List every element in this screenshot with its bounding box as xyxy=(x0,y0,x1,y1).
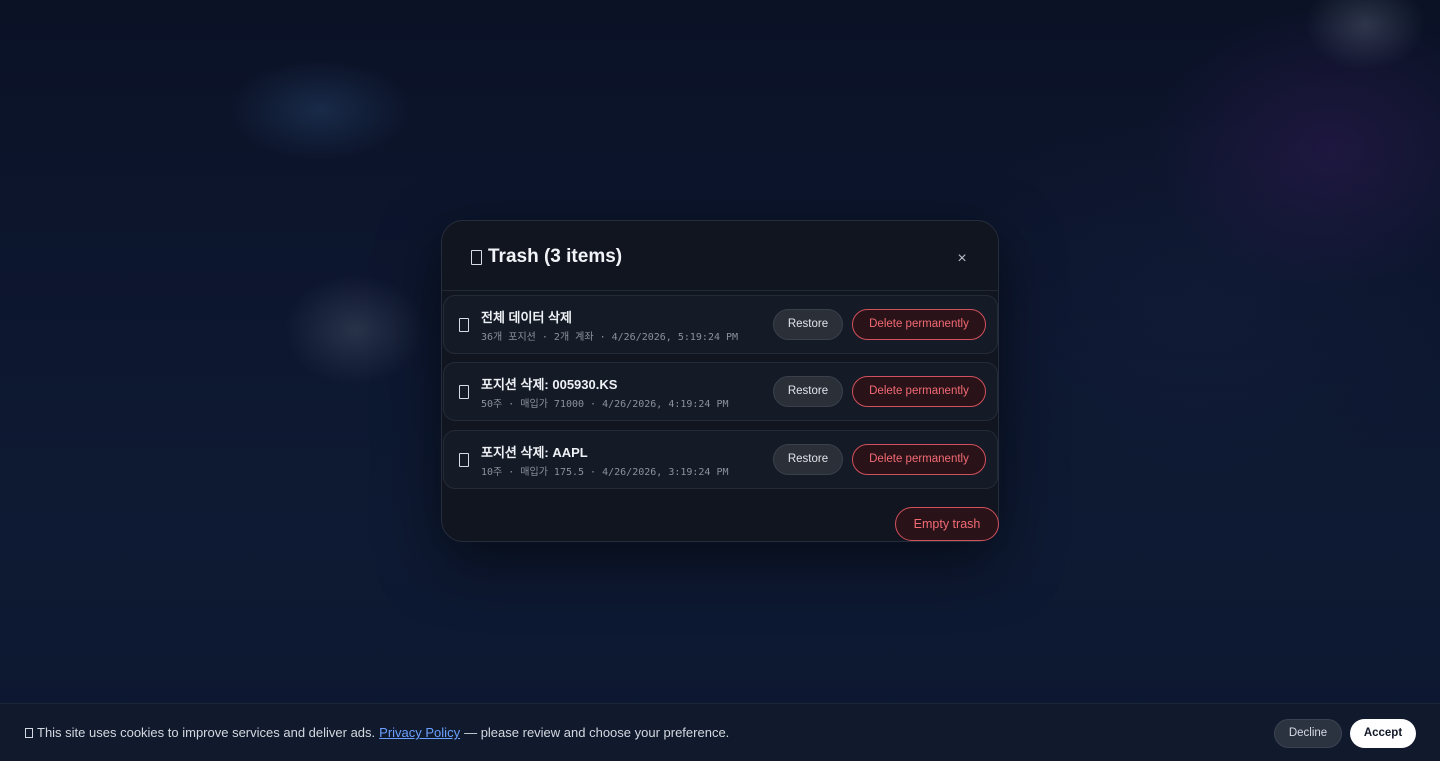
trash-item-title: 포지션 삭제: AAPL xyxy=(481,445,588,460)
privacy-policy-link[interactable]: Privacy Policy xyxy=(379,725,460,740)
modal-title: Trash (3 items) xyxy=(471,246,622,268)
trash-icon xyxy=(471,249,482,265)
delete-permanently-button[interactable]: Delete permanently xyxy=(852,444,986,475)
delete-permanently-button[interactable]: Delete permanently xyxy=(852,376,986,407)
trash-item-title: 포지션 삭제: 005930.KS xyxy=(481,377,618,392)
modal-header: Trash (3 items) × xyxy=(442,221,998,291)
trash-item-title: 전체 데이터 삭제 xyxy=(481,310,572,325)
delete-permanently-button[interactable]: Delete permanently xyxy=(852,309,986,340)
cookie-text-before: This site uses cookies to improve servic… xyxy=(37,725,376,740)
empty-trash-button[interactable]: Empty trash xyxy=(895,507,999,541)
modal-title-text: Trash (3 items) xyxy=(488,246,623,267)
decline-button[interactable]: Decline xyxy=(1274,719,1342,748)
trash-item-icon xyxy=(459,318,469,332)
trash-item: 포지션 삭제: 005930.KS 50주 · 매입가 71000 · 4/26… xyxy=(443,362,998,421)
restore-button[interactable]: Restore xyxy=(773,376,843,407)
trash-item: 전체 데이터 삭제 36개 포지션 · 2개 계좌 · 4/26/2026, 5… xyxy=(443,295,998,354)
trash-item-meta: 36개 포지션 · 2개 계좌 · 4/26/2026, 5:19:24 PM xyxy=(481,332,739,343)
trash-item: 포지션 삭제: AAPL 10주 · 매입가 175.5 · 4/26/2026… xyxy=(443,430,998,489)
cookie-text-after: — please review and choose your preferen… xyxy=(464,725,730,740)
accept-button[interactable]: Accept xyxy=(1350,719,1416,748)
trash-item-icon xyxy=(459,385,469,399)
restore-button[interactable]: Restore xyxy=(773,309,843,340)
cookie-message: This site uses cookies to improve servic… xyxy=(25,725,729,740)
restore-button[interactable]: Restore xyxy=(773,444,843,475)
close-button[interactable]: × xyxy=(951,248,973,270)
cookie-banner: This site uses cookies to improve servic… xyxy=(0,703,1440,761)
trash-item-meta: 10주 · 매입가 175.5 · 4/26/2026, 3:19:24 PM xyxy=(481,467,729,478)
trash-item-meta: 50주 · 매입가 71000 · 4/26/2026, 4:19:24 PM xyxy=(481,399,729,410)
trash-modal: Trash (3 items) × 전체 데이터 삭제 36개 포지션 · 2개… xyxy=(441,220,999,542)
trash-item-icon xyxy=(459,453,469,467)
cookie-icon xyxy=(25,727,33,738)
